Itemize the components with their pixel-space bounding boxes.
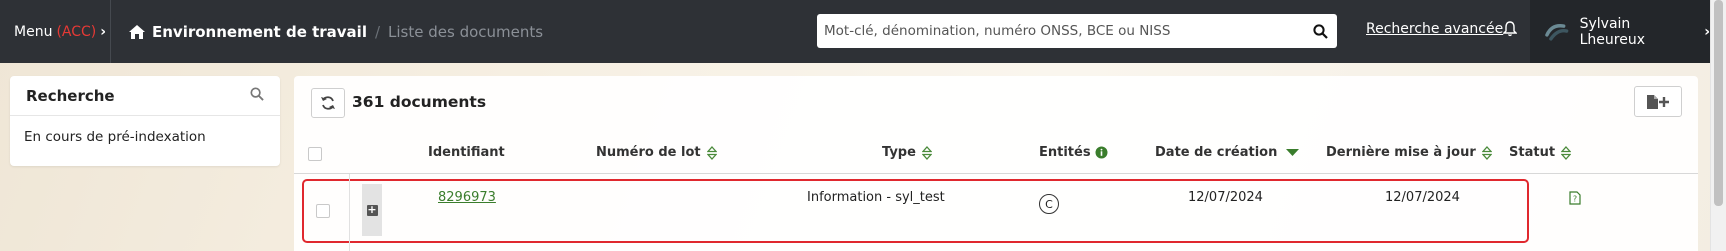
column-type[interactable]: Type bbox=[882, 145, 932, 160]
column-identifiant[interactable]: Identifiant bbox=[428, 145, 505, 160]
select-all-checkbox[interactable] bbox=[308, 147, 322, 161]
sort-icon bbox=[921, 145, 932, 160]
sort-icon bbox=[1561, 145, 1572, 160]
advanced-search-link[interactable]: Recherche avancée bbox=[1366, 21, 1503, 37]
user-logo-icon bbox=[1545, 23, 1569, 41]
refresh-button[interactable] bbox=[311, 88, 345, 118]
search-icon[interactable] bbox=[250, 86, 264, 105]
breadcrumb: Environnement de travail / Liste des doc… bbox=[111, 23, 543, 41]
chevron-right-icon: › bbox=[100, 23, 107, 40]
documents-panel: 361 documents Identifiant Numéro de lot … bbox=[294, 76, 1698, 251]
column-date-de-creation-label: Date de création bbox=[1155, 145, 1278, 160]
column-type-label: Type bbox=[882, 145, 916, 160]
new-document-button[interactable] bbox=[1634, 86, 1682, 117]
column-numero-de-lot-label: Numéro de lot bbox=[596, 145, 701, 160]
search-input[interactable] bbox=[817, 23, 1303, 39]
column-derniere-mise-a-jour-label: Dernière mise à jour bbox=[1326, 145, 1476, 160]
search-icon[interactable] bbox=[1303, 23, 1337, 39]
sort-icon bbox=[1481, 145, 1492, 160]
info-icon[interactable] bbox=[1095, 146, 1108, 159]
menu-label: Menu bbox=[14, 23, 53, 40]
indexing-status-text: En cours de pré-indexation bbox=[24, 129, 206, 145]
page-scrollbar[interactable] bbox=[1710, 0, 1726, 251]
entity-badge[interactable]: C bbox=[1039, 194, 1059, 214]
scrollbar-thumb[interactable] bbox=[1714, 0, 1723, 206]
bell-icon[interactable] bbox=[1502, 21, 1518, 41]
column-derniere-mise-a-jour[interactable]: Dernière mise à jour bbox=[1326, 145, 1492, 160]
table-header: Identifiant Numéro de lot Type Entités D… bbox=[294, 132, 1698, 174]
table-row[interactable]: + 8296973 Information - syl_test C 12/07… bbox=[294, 174, 1698, 251]
expand-row-button[interactable]: + bbox=[362, 184, 382, 236]
document-count: 361 documents bbox=[352, 93, 487, 111]
menu-button[interactable]: Menu (ACC) › bbox=[0, 0, 110, 63]
svg-text:?: ? bbox=[1573, 195, 1577, 204]
sort-descending-icon bbox=[1286, 148, 1300, 156]
search-panel-header: Recherche bbox=[10, 76, 280, 116]
global-search bbox=[817, 14, 1337, 48]
document-question-icon[interactable]: ? bbox=[1569, 191, 1581, 209]
breadcrumb-separator: / bbox=[374, 22, 381, 41]
breadcrumb-current-page: Liste des documents bbox=[388, 22, 544, 41]
add-document-icon bbox=[1647, 94, 1669, 109]
breadcrumb-workspace-link[interactable]: Environnement de travail bbox=[152, 23, 367, 41]
column-statut[interactable]: Statut bbox=[1509, 145, 1572, 160]
column-statut-label: Statut bbox=[1509, 145, 1556, 160]
plus-icon: + bbox=[366, 202, 378, 216]
document-updated-date: 12/07/2024 bbox=[1385, 190, 1460, 205]
row-checkbox[interactable] bbox=[316, 204, 330, 218]
home-icon bbox=[129, 24, 145, 39]
user-menu[interactable]: Sylvain Lheureux › bbox=[1530, 0, 1710, 63]
user-name: Sylvain Lheureux bbox=[1579, 15, 1645, 48]
column-date-de-creation[interactable]: Date de création bbox=[1155, 145, 1300, 160]
document-created-date: 12/07/2024 bbox=[1188, 190, 1263, 205]
refresh-icon bbox=[321, 96, 335, 110]
environment-badge: (ACC) bbox=[56, 23, 97, 40]
search-panel-title: Recherche bbox=[26, 86, 115, 105]
column-entites: Entités bbox=[1039, 145, 1108, 160]
document-id-link[interactable]: 8296973 bbox=[438, 190, 496, 205]
search-panel: Recherche En cours de pré-indexation bbox=[10, 76, 280, 166]
column-numero-de-lot[interactable]: Numéro de lot bbox=[596, 145, 717, 160]
document-type: Information - syl_test bbox=[807, 190, 945, 205]
sort-icon bbox=[706, 145, 717, 160]
row-highlight bbox=[302, 179, 1529, 243]
top-navigation-bar: Menu (ACC) › Environnement de travail / … bbox=[0, 0, 1710, 63]
column-entites-label: Entités bbox=[1039, 145, 1091, 160]
column-divider bbox=[349, 174, 350, 251]
